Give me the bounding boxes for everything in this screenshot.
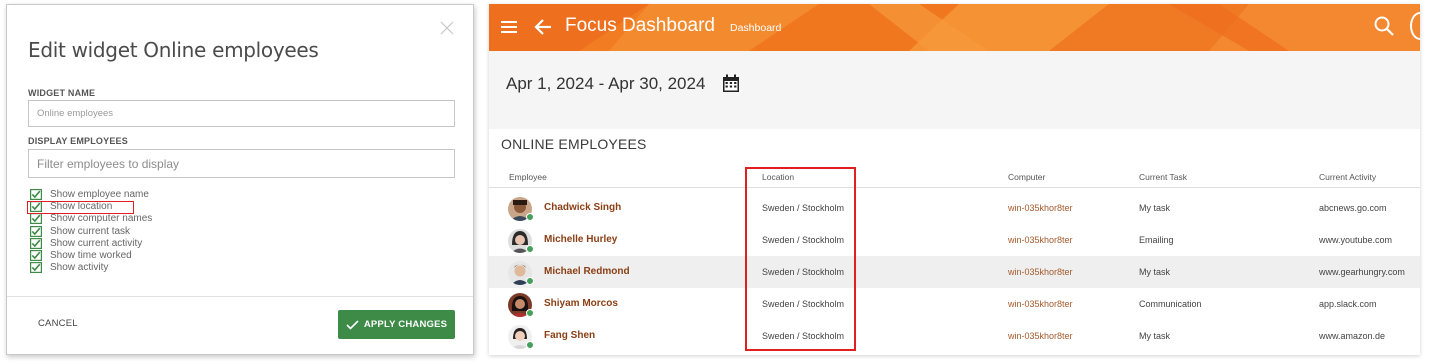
employee-computer[interactable]: win-035khor8ter [1008, 267, 1073, 277]
table-row[interactable]: Chadwick Singh Sweden / Stockholm win-03… [489, 192, 1420, 224]
online-status-dot [526, 309, 534, 317]
checkbox-checked-icon[interactable] [30, 262, 42, 274]
option-show-activity[interactable]: Show activity [30, 262, 152, 274]
table-row[interactable]: Shiyam Morcos Sweden / Stockholm win-035… [489, 288, 1420, 320]
checkbox-checked-icon[interactable] [30, 237, 42, 249]
option-show-current-activity[interactable]: Show current activity [30, 237, 152, 249]
table-row[interactable]: Michelle Hurley Sweden / Stockholm win-0… [489, 224, 1420, 256]
column-header-current-task[interactable]: Current Task [1139, 172, 1187, 182]
checkbox-checked-icon[interactable] [30, 225, 42, 237]
date-range[interactable]: Apr 1, 2024 - Apr 30, 2024 [506, 74, 705, 94]
employee-computer[interactable]: win-035khor8ter [1008, 203, 1073, 213]
table-row[interactable]: Michael Redmond Sweden / Stockholm win-0… [489, 256, 1420, 288]
employee-current-activity: www.gearhungry.com [1319, 267, 1405, 277]
option-label: Show employee name [50, 188, 149, 200]
option-label: Show current task [50, 225, 131, 237]
focus-dashboard-panel: Focus Dashboard Dashboard Apr 1, 2024 - … [489, 4, 1420, 355]
checkbox-checked-icon[interactable] [30, 188, 42, 200]
employee-name[interactable]: Fang Shen [544, 330, 595, 341]
option-label: Show computer names [50, 213, 153, 225]
employee-computer[interactable]: win-035khor8ter [1008, 235, 1073, 245]
table-row[interactable]: Fang Shen Sweden / Stockholm win-035khor… [489, 320, 1420, 352]
employee-current-activity: www.youtube.com [1319, 235, 1393, 245]
option-label: Show activity [50, 262, 109, 274]
employee-current-task: My task [1139, 203, 1171, 213]
employee-name[interactable]: Chadwick Singh [544, 202, 621, 213]
app-bar: Focus Dashboard Dashboard [489, 4, 1420, 51]
employee-name[interactable]: Michelle Hurley [544, 234, 617, 245]
employee-current-task: Communication [1139, 299, 1202, 309]
app-title: Focus Dashboard [565, 15, 715, 36]
cancel-button[interactable]: CANCEL [38, 318, 78, 329]
location-column-highlight [745, 167, 856, 351]
checkbox-checked-icon[interactable] [30, 213, 42, 225]
app-breadcrumb[interactable]: Dashboard [730, 22, 781, 34]
widget-title: ONLINE EMPLOYEES [501, 136, 647, 152]
employee-name[interactable]: Michael Redmond [544, 266, 630, 277]
dialog-footer-divider [7, 296, 473, 297]
option-show-computer-names[interactable]: Show computer names [30, 213, 152, 225]
employee-current-activity: abcnews.go.com [1319, 203, 1387, 213]
show-location-highlight [27, 201, 134, 214]
employee-current-activity: app.slack.com [1319, 299, 1377, 309]
search-icon[interactable] [1373, 15, 1395, 37]
option-label: Show current activity [50, 237, 143, 249]
column-header-employee[interactable]: Employee [509, 172, 547, 182]
apply-changes-label: APPLY CHANGES [363, 319, 448, 330]
calendar-icon[interactable] [722, 74, 740, 93]
filter-employees-placeholder: Filter employees to display [37, 156, 180, 171]
filter-employees-input[interactable]: Filter employees to display [28, 149, 455, 178]
widget-name-input[interactable]: Online employees [28, 100, 455, 127]
hamburger-menu-icon[interactable] [501, 20, 517, 34]
employee-computer[interactable]: win-035khor8ter [1008, 331, 1073, 341]
column-header-computer[interactable]: Computer [1008, 172, 1045, 182]
option-show-time-worked[interactable]: Show time worked [30, 249, 152, 262]
table-header: Employee Location Computer Current Task … [489, 166, 1420, 188]
edit-widget-dialog: Edit widget Online employees WIDGET NAME… [6, 4, 474, 355]
checkmark-icon [346, 319, 359, 330]
employee-current-task: My task [1139, 331, 1171, 341]
checkbox-checked-icon[interactable] [30, 250, 42, 262]
option-show-current-task[interactable]: Show current task [30, 225, 152, 237]
option-label: Show time worked [50, 250, 132, 262]
employee-current-task: Emailing [1139, 235, 1174, 245]
column-header-current-activity[interactable]: Current Activity [1319, 172, 1376, 182]
employee-current-task: My task [1139, 267, 1171, 277]
back-arrow-icon[interactable] [534, 18, 552, 36]
screenshot: Edit widget Online employees WIDGET NAME… [0, 0, 1429, 363]
widget-name-placeholder: Online employees [37, 108, 114, 119]
dialog-title: Edit widget Online employees [28, 38, 319, 62]
online-status-dot [526, 341, 534, 349]
apply-changes-button[interactable]: APPLY CHANGES [338, 310, 455, 339]
widget-name-label: WIDGET NAME [28, 88, 96, 98]
online-status-dot [526, 245, 534, 253]
online-status-dot [526, 213, 534, 221]
employee-computer[interactable]: win-035khor8ter [1008, 299, 1073, 309]
employee-name[interactable]: Shiyam Morcos [544, 298, 618, 309]
close-icon[interactable] [438, 19, 456, 37]
employee-current-activity: www.amazon.de [1319, 331, 1386, 341]
online-status-dot [526, 277, 534, 285]
option-show-employee-name[interactable]: Show employee name [30, 188, 152, 200]
display-employees-label: DISPLAY EMPLOYEES [28, 136, 128, 146]
